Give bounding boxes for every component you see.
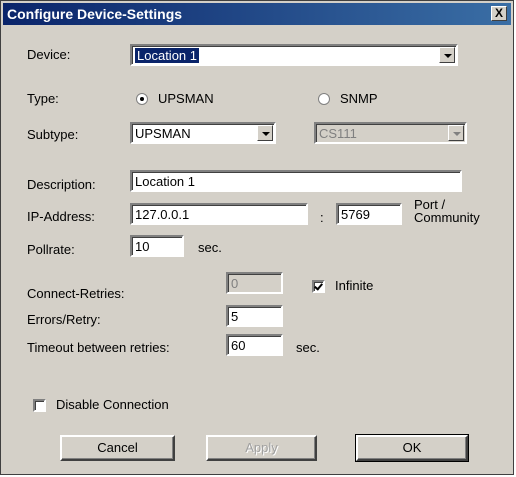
device-select[interactable]: Location 1 — [130, 44, 458, 66]
timeout-label: Timeout between retries: — [27, 340, 170, 355]
device-value: Location 1 — [135, 48, 199, 63]
subtype-secondary-select: CS111 — [314, 122, 467, 144]
ip-address-label: IP-Address: — [27, 209, 95, 224]
connect-retries-value: 0 — [231, 276, 239, 291]
type-upsman-radio[interactable] — [136, 93, 148, 105]
ip-address-input[interactable]: 127.0.0.1 — [130, 203, 308, 225]
title-bar: Configure Device-Settings X — [3, 3, 511, 25]
subtype-label: Subtype: — [27, 127, 79, 142]
subtype-secondary-dropdown-button — [448, 125, 464, 141]
apply-button: Apply — [206, 435, 317, 461]
connect-retries-label: Connect-Retries: — [27, 286, 125, 301]
close-button[interactable]: X — [491, 6, 507, 21]
ok-button[interactable]: OK — [355, 434, 469, 462]
timeout-input[interactable]: 60 — [226, 334, 283, 356]
errors-retry-input[interactable]: 5 — [226, 305, 283, 327]
community-label: Community — [414, 210, 480, 225]
device-dropdown-button[interactable] — [439, 47, 455, 63]
connect-retries-input: 0 — [226, 272, 283, 294]
subtype-secondary-value: CS111 — [319, 126, 357, 141]
port-community-label: Port / Community — [414, 198, 480, 224]
ip-address-value: 127.0.0.1 — [135, 207, 190, 222]
pollrate-label: Pollrate: — [27, 242, 75, 257]
close-icon: X — [494, 6, 503, 20]
errors-retry-label: Errors/Retry: — [27, 312, 101, 327]
pollrate-input[interactable]: 10 — [130, 235, 184, 257]
description-input[interactable]: Location 1 — [130, 170, 462, 192]
type-label: Type: — [27, 91, 59, 106]
description-label: Description: — [27, 177, 96, 192]
disable-connection-label: Disable Connection — [56, 397, 169, 412]
subtype-value: UPSMAN — [135, 126, 191, 141]
infinite-label: Infinite — [335, 278, 374, 293]
ip-port-separator: : — [320, 210, 324, 225]
port-value: 5769 — [341, 207, 370, 222]
configure-device-dialog: Configure Device-Settings X Device: Loca… — [0, 0, 514, 475]
timeout-unit: sec. — [296, 340, 320, 355]
window-title: Configure Device-Settings — [7, 6, 183, 22]
disable-connection-checkbox[interactable] — [33, 399, 46, 412]
device-label: Device: — [27, 47, 71, 62]
pollrate-unit: sec. — [198, 240, 222, 255]
description-value: Location 1 — [135, 174, 195, 189]
pollrate-value: 10 — [135, 239, 150, 254]
subtype-dropdown-button[interactable] — [257, 125, 273, 141]
port-input[interactable]: 5769 — [336, 203, 402, 225]
type-upsman-label: UPSMAN — [158, 91, 214, 106]
cancel-button[interactable]: Cancel — [60, 435, 175, 461]
type-snmp-radio[interactable] — [318, 93, 330, 105]
infinite-checkbox[interactable] — [312, 280, 325, 293]
type-snmp-label: SNMP — [340, 91, 378, 106]
subtype-select[interactable]: UPSMAN — [130, 122, 276, 144]
timeout-value: 60 — [231, 338, 246, 353]
errors-retry-value: 5 — [231, 309, 239, 324]
